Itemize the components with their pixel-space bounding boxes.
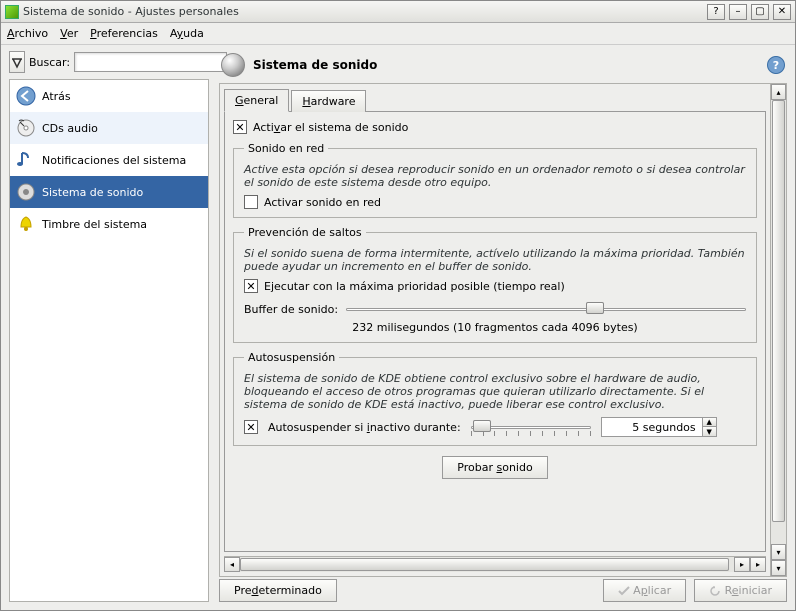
skip-group: Prevención de saltos Si el sonido suena … [233,226,757,343]
autosuspend-slider[interactable] [471,419,591,435]
clear-icon [10,55,24,69]
netsound-legend: Sonido en red [244,142,328,155]
sidebar-item-sound-system[interactable]: Sistema de sonido [10,176,208,208]
bell-icon [16,214,36,234]
note-icon [16,150,36,170]
minimize-button[interactable]: – [729,4,747,20]
sidebar-item-label: Atrás [42,90,71,103]
scroll-right-button[interactable]: ▸ [734,557,750,572]
tab-general[interactable]: General [224,89,289,112]
netsound-checkbox[interactable] [244,195,258,209]
apply-button[interactable]: Aplicar [603,579,686,602]
scroll-left-button[interactable]: ◂ [224,557,240,572]
autosuspend-spinbox[interactable]: ▲ ▼ [601,417,717,437]
netsound-group: Sonido en red Active esta opción si dese… [233,142,757,218]
search-input[interactable] [74,52,227,72]
tab-hardware[interactable]: Hardware [291,90,366,112]
realtime-checkbox[interactable]: ✕ [244,279,258,293]
autosuspend-desc: El sistema de sonido de KDE obtiene cont… [244,372,746,411]
reset-button[interactable]: Reiniciar [694,579,787,602]
defaults-button[interactable]: Predeterminado [219,579,337,602]
sidebar-item-bell[interactable]: Timbre del sistema [10,208,208,240]
window-title: Sistema de sonido - Ajustes personales [23,5,707,18]
menu-ayuda[interactable]: Ayuda [170,27,204,40]
buffer-slider[interactable] [346,301,746,317]
scroll-down-button[interactable]: ▾ [771,544,786,560]
search-label: Buscar: [29,56,70,69]
module-title: Sistema de sonido [253,58,377,72]
menu-preferencias[interactable]: Preferencias [90,27,158,40]
back-icon [16,86,36,106]
menu-archivo[interactable]: Archivo [7,27,48,40]
sidebar-item-label: Notificaciones del sistema [42,154,186,167]
help-button[interactable]: ? [767,56,785,74]
scroll-down-button-2[interactable]: ▾ [771,560,786,576]
skip-legend: Prevención de saltos [244,226,366,239]
skip-desc: Si el sonido suena de forma intermitente… [244,247,746,273]
cd-icon [16,118,36,138]
enable-sound-checkbox[interactable]: ✕ [233,120,247,134]
enable-sound-label: Activar el sistema de sonido [253,121,408,134]
module-icon [221,53,245,77]
sidebar-item-label: Timbre del sistema [42,218,147,231]
netsound-checkbox-label: Activar sonido en red [264,196,381,209]
sidebar: Atrás CDs audio Notificaciones del siste… [9,79,209,602]
spin-down-button[interactable]: ▼ [702,427,716,436]
autosuspend-label: Autosuspender si inactivo durante: [268,421,461,434]
horizontal-scrollbar[interactable]: ◂ ▸ ▸ [224,556,766,572]
scroll-up-button[interactable]: ▴ [771,84,786,100]
sidebar-item-back[interactable]: Atrás [10,80,208,112]
sidebar-item-label: Sistema de sonido [42,186,143,199]
sidebar-item-cds[interactable]: CDs audio [10,112,208,144]
tab-panel-general: ✕ Activar el sistema de sonido Sonido en… [224,111,766,552]
speaker-icon [16,182,36,202]
help-titlebar-button[interactable]: ? [707,4,725,20]
autosuspend-legend: Autosuspensión [244,351,339,364]
settings-window: Sistema de sonido - Ajustes personales ?… [0,0,796,611]
vertical-scrollbar[interactable]: ▴ ▾ ▾ [770,84,786,576]
close-button[interactable]: ✕ [773,4,791,20]
buffer-info: 232 milisegundos (10 fragmentos cada 409… [244,321,746,334]
spin-up-button[interactable]: ▲ [702,418,716,427]
sidebar-item-label: CDs audio [42,122,98,135]
sidebar-item-notifications[interactable]: Notificaciones del sistema [10,144,208,176]
maximize-button[interactable]: ▢ [751,4,769,20]
check-icon [618,586,630,596]
autosuspend-group: Autosuspensión El sistema de sonido de K… [233,351,757,446]
menu-ver[interactable]: Ver [60,27,78,40]
menubar: Archivo Ver Preferencias Ayuda [1,23,795,45]
buffer-label: Buffer de sonido: [244,303,338,316]
test-sound-button[interactable]: Probar sonido [442,456,547,479]
realtime-label: Ejecutar con la máxima prioridad posible… [264,280,565,293]
clear-search-button[interactable] [9,51,25,73]
undo-icon [709,586,721,596]
autosuspend-checkbox[interactable]: ✕ [244,420,258,434]
app-icon [5,5,19,19]
autosuspend-value[interactable] [602,418,702,436]
scroll-right-button-2[interactable]: ▸ [750,557,766,572]
titlebar: Sistema de sonido - Ajustes personales ?… [1,1,795,23]
netsound-desc: Active esta opción si desea reproducir s… [244,163,746,189]
